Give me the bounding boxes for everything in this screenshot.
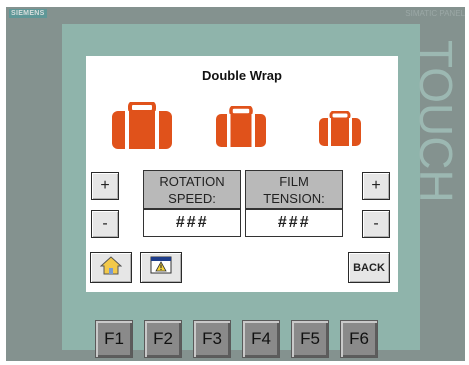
brand-logo: SIEMENS [9, 9, 47, 18]
rotation-speed-minus-button[interactable]: - [91, 210, 119, 238]
page-title: Double Wrap [202, 68, 282, 83]
rotation-speed-value-field[interactable]: ### [143, 209, 241, 237]
f2-key[interactable]: F2 [144, 320, 182, 358]
rotation-speed-label-line2: SPEED: [168, 190, 216, 206]
film-tension-minus-button[interactable]: - [362, 210, 390, 238]
touch-label: TOUCH [410, 40, 462, 203]
film-tension-plus-button[interactable]: + [362, 172, 390, 200]
f3-key[interactable]: F3 [193, 320, 231, 358]
film-tension-label-line2: TENSION: [263, 190, 325, 206]
film-tension-label: FILM TENSION: [245, 170, 343, 209]
rotation-speed-plus-button[interactable]: + [91, 172, 119, 200]
f5-key[interactable]: F5 [291, 320, 329, 358]
model-label: SIMATIC PANEL [405, 9, 465, 18]
back-button[interactable]: BACK [348, 252, 390, 283]
large-luggage-icon [110, 102, 174, 150]
alarm-button[interactable] [140, 252, 182, 283]
hmi-screen: Double Wrap + - ROTATION SPEED: ### FILM… [86, 56, 398, 292]
f1-key[interactable]: F1 [95, 320, 133, 358]
rotation-speed-label: ROTATION SPEED: [143, 170, 241, 209]
small-luggage-icon [317, 111, 363, 147]
rotation-speed-label-line1: ROTATION [159, 173, 225, 189]
medium-luggage-icon [214, 106, 268, 148]
home-icon [99, 255, 123, 280]
home-button[interactable] [90, 252, 132, 283]
f6-key[interactable]: F6 [340, 320, 378, 358]
film-tension-value-field[interactable]: ### [245, 209, 343, 237]
f4-key[interactable]: F4 [242, 320, 280, 358]
film-tension-label-line1: FILM [279, 173, 309, 189]
warning-window-icon [150, 256, 172, 279]
